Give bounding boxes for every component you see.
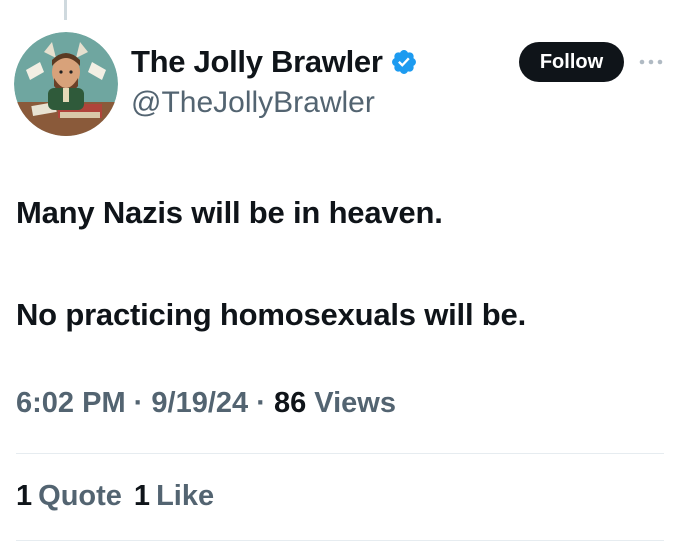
views-count: 86 [273, 387, 307, 419]
tweet-date[interactable]: 9/19/24 [151, 387, 248, 419]
avatar[interactable] [14, 32, 118, 136]
tweet-text-line-1: Many Nazis will be in heaven. [16, 195, 443, 230]
divider [16, 453, 664, 454]
views-label: Views [314, 387, 396, 419]
avatar-illustration-icon [14, 32, 118, 136]
quotes-count: 1 [16, 480, 33, 512]
meta-separator: · [256, 387, 266, 419]
tweet-metadata: 6:02 PM · 9/19/24 · 86 Views [16, 387, 396, 420]
divider [16, 540, 664, 541]
likes-count: 1 [133, 480, 151, 512]
tweet-time[interactable]: 6:02 PM [16, 387, 126, 419]
display-name[interactable]: The Jolly Brawler [131, 44, 383, 80]
verified-badge-icon [390, 48, 418, 76]
likes-label: Like [156, 480, 215, 512]
user-handle[interactable]: @TheJollyBrawler [131, 86, 375, 120]
engagement-stats: 1 Quote 1 Like [16, 480, 214, 513]
likes-stat[interactable]: 1 Like [134, 480, 214, 513]
quotes-stat[interactable]: 1 Quote [16, 480, 122, 513]
tweet-text-line-2: No practicing homosexuals will be. [16, 297, 526, 332]
quotes-label: Quote [38, 480, 122, 512]
more-horizontal-icon[interactable] [638, 54, 664, 70]
follow-button[interactable]: Follow [519, 42, 624, 82]
author-name-row: The Jolly Brawler [131, 42, 418, 82]
thread-connector-line [64, 0, 67, 20]
meta-separator: · [133, 387, 144, 419]
